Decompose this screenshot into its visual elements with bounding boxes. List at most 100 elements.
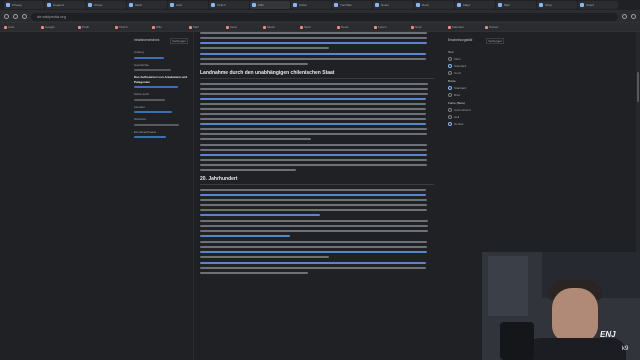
bookmark-item[interactable]: Karte: [226, 24, 260, 30]
toc-hide-button[interactable]: Verbergen: [170, 38, 188, 44]
tab-label: Twitch: [217, 3, 226, 7]
browser-tab[interactable]: Maps: [455, 1, 495, 9]
paragraph: [200, 241, 434, 258]
extensions-icon[interactable]: [622, 14, 627, 19]
toc-sub-entry[interactable]: [134, 69, 171, 71]
text-line: [200, 230, 428, 232]
appearance-hide-button[interactable]: Verbergen: [486, 38, 504, 44]
radio-icon[interactable]: [448, 108, 452, 112]
text-line: [200, 149, 427, 151]
browser-tab[interactable]: Privacy: [4, 1, 44, 9]
appearance-title: Erscheinungsbild: [448, 38, 473, 42]
bookmark-item[interactable]: Ordner: [485, 24, 519, 30]
browser-tab[interactable]: Twitch: [209, 1, 249, 9]
tab-label: Wiki: [258, 3, 264, 7]
bookmark-item[interactable]: Notiz: [411, 24, 445, 30]
section-heading-20-jahrhundert: 20. Jahrhundert: [200, 176, 238, 182]
scrollbar-thumb[interactable]: [637, 72, 639, 102]
bookmark-item[interactable]: Forum: [374, 24, 408, 30]
toc-item[interactable]: Geschichte: [134, 63, 188, 68]
browser-tab[interactable]: Liegend: [45, 1, 85, 9]
bookmark-item[interactable]: Wiki: [152, 24, 186, 30]
bookmark-item[interactable]: Kalender: [448, 24, 482, 30]
reload-icon[interactable]: [22, 14, 27, 19]
bookmark-label: Forum: [378, 25, 387, 29]
browser-tab[interactable]: Auto: [168, 1, 208, 9]
browser-tab[interactable]: Cloud: [578, 1, 618, 9]
toc-item[interactable]: Weblinks: [134, 117, 188, 122]
bookmark-label: Ordner: [489, 25, 499, 29]
stream-badge: k9: [622, 346, 629, 352]
browser-tab[interactable]: Mesh: [127, 1, 167, 9]
radio-icon[interactable]: [448, 86, 452, 90]
bookmark-icon: [152, 25, 155, 29]
toc-sub-entry[interactable]: [134, 56, 164, 59]
toc-sub-entry[interactable]: [134, 123, 179, 126]
text-line: [200, 159, 427, 161]
toc-item[interactable]: Siehe auch: [134, 92, 188, 97]
forward-icon[interactable]: [13, 14, 18, 19]
text-line: [200, 194, 426, 196]
browser-tab[interactable]: Shop: [537, 1, 577, 9]
bookmark-item[interactable]: Twitch: [115, 24, 149, 30]
paragraph: [200, 262, 434, 274]
browser-tab[interactable]: Notes: [373, 1, 413, 9]
text-line: [200, 220, 428, 222]
bookmark-item[interactable]: Mail: [189, 24, 223, 30]
bookmark-item[interactable]: Liste: [4, 24, 38, 30]
bookmark-icon: [78, 25, 81, 29]
radio-icon[interactable]: [448, 71, 452, 75]
tab-favicon-icon: [88, 3, 92, 7]
browser-tab[interactable]: YouTube: [332, 1, 372, 9]
tab-label: Liegend: [53, 3, 64, 7]
radio-icon[interactable]: [448, 122, 452, 126]
tab-label: Arbeit: [299, 3, 307, 7]
browser-tab[interactable]: Wiki: [250, 1, 290, 9]
toc-sub-entry[interactable]: [134, 136, 166, 138]
appearance-option[interactable]: Groß: [448, 71, 504, 75]
appearance-option[interactable]: Standard: [448, 64, 504, 68]
appearance-option[interactable]: Breit: [448, 93, 504, 97]
appearance-option[interactable]: Dunkel: [448, 122, 504, 126]
radio-icon[interactable]: [448, 64, 452, 68]
toc-item[interactable]: Einzelnachweise: [134, 130, 188, 135]
radio-icon[interactable]: [448, 57, 452, 61]
toc-item[interactable]: Das Aufkommen von Araukanien und Patagon…: [134, 75, 188, 84]
toc-sub-entry[interactable]: [134, 111, 172, 113]
profile-icon[interactable]: [631, 14, 636, 19]
toc-item[interactable]: Literatur: [134, 105, 188, 110]
appearance-option[interactable]: Hell: [448, 115, 504, 119]
appearance-option[interactable]: Automatisch: [448, 108, 504, 112]
bookmark-item[interactable]: News: [337, 24, 371, 30]
browser-tab[interactable]: Chess: [86, 1, 126, 9]
url-input[interactable]: de.wikipedia.org: [31, 12, 618, 21]
back-icon[interactable]: [4, 14, 9, 19]
address-bar-row: de.wikipedia.org: [0, 11, 640, 23]
toc-item[interactable]: Anfang: [134, 50, 188, 55]
toc-sub-entry[interactable]: [134, 86, 178, 88]
appearance-option[interactable]: Klein: [448, 57, 504, 61]
tab-favicon-icon: [416, 3, 420, 7]
browser-tab[interactable]: Mail: [496, 1, 536, 9]
bookmark-item[interactable]: Google: [41, 24, 75, 30]
text-line: [200, 118, 426, 120]
bookmark-item[interactable]: Musik: [263, 24, 297, 30]
browser-tab[interactable]: Arbeit: [291, 1, 331, 9]
text-line: [200, 58, 426, 60]
appearance-option[interactable]: Standard: [448, 86, 504, 90]
tab-label: Docs: [422, 3, 429, 7]
radio-icon[interactable]: [448, 115, 452, 119]
url-text: de.wikipedia.org: [37, 14, 66, 19]
text-line: [200, 214, 320, 216]
text-line: [200, 164, 427, 166]
option-label: Automatisch: [454, 108, 471, 112]
tab-favicon-icon: [252, 3, 256, 7]
toc-sub-entry[interactable]: [134, 98, 165, 101]
bookmark-item[interactable]: Spiel: [300, 24, 334, 30]
bookmark-item[interactable]: Profil: [78, 24, 112, 30]
option-label: Klein: [454, 57, 461, 61]
radio-icon[interactable]: [448, 93, 452, 97]
browser-tab[interactable]: Docs: [414, 1, 454, 9]
width-group-label: Breite: [448, 79, 456, 83]
bookmarks-bar: Liste Google Profil Twitch Wiki Mail Karte Musi…: [0, 23, 640, 32]
